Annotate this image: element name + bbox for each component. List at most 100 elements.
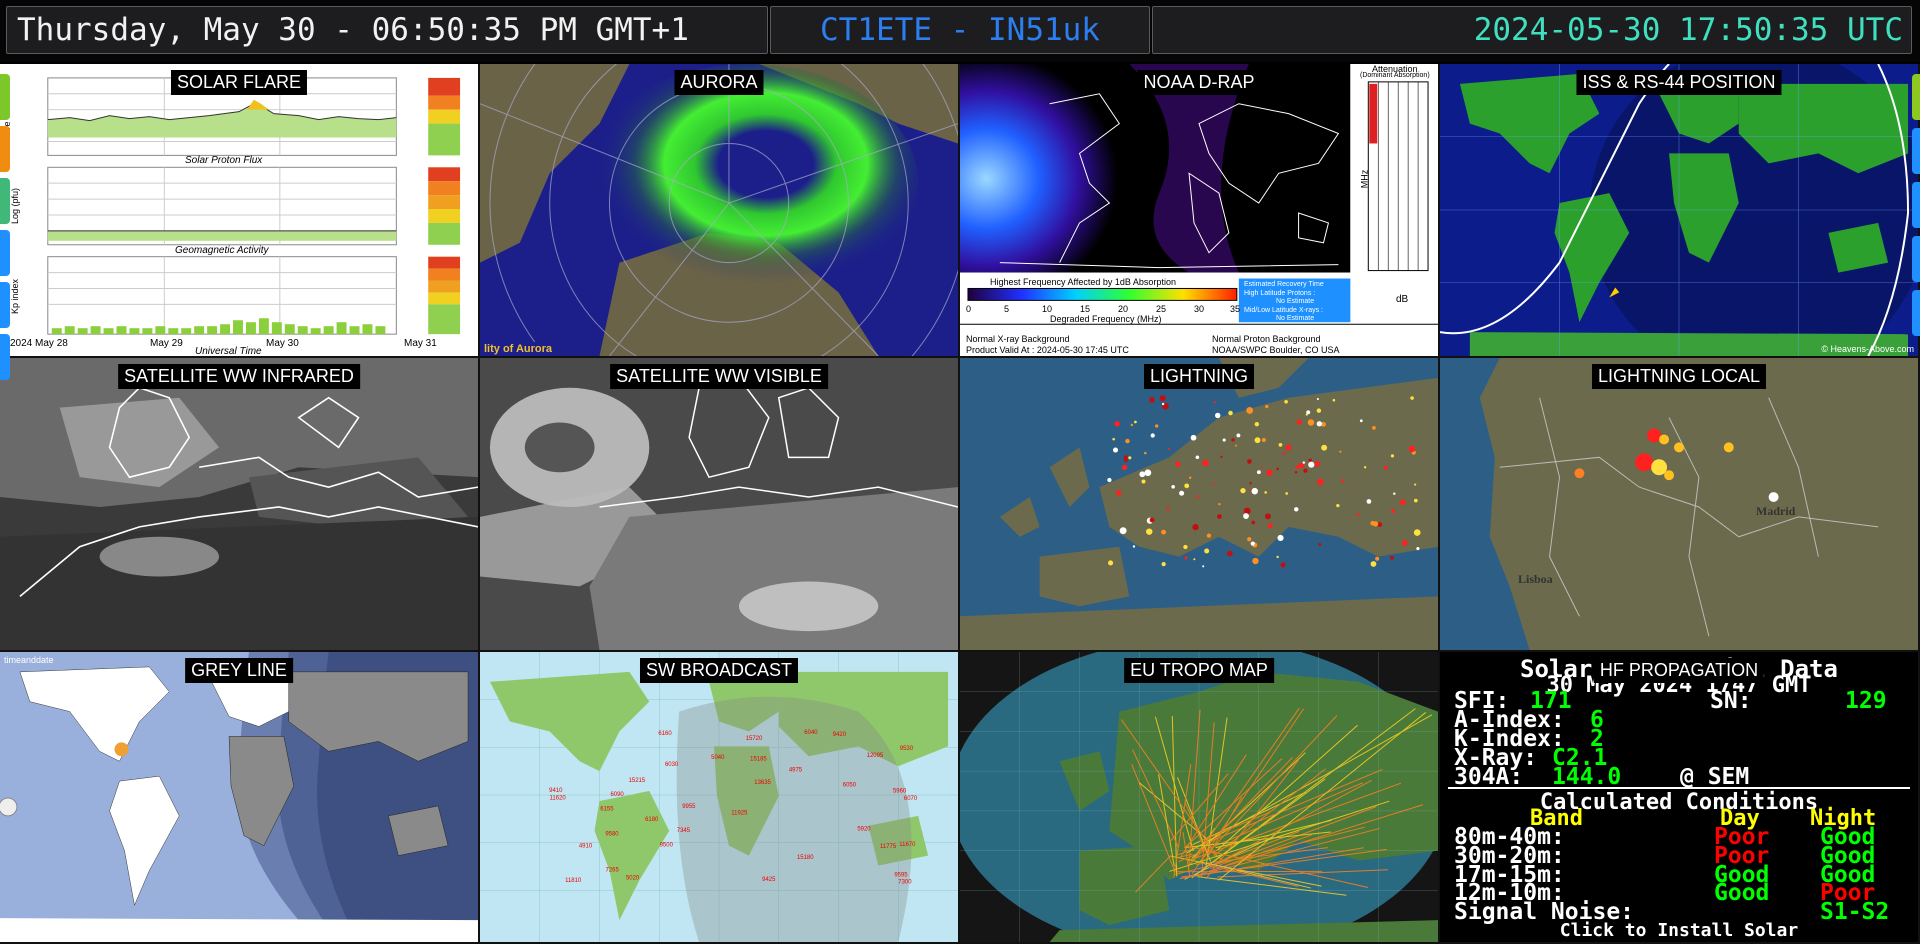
kp-bar [90,326,101,335]
lightning-strike [1254,421,1260,427]
right-tab-1[interactable] [1912,74,1920,120]
sw-frequency-label: 11775 [880,844,897,850]
right-tab-4[interactable] [1912,236,1920,282]
lightning-strike [1167,447,1170,451]
lightning-strike [1214,412,1221,419]
drap-legend-1: Estimated Recovery Time [1244,281,1324,288]
lightning-strike [1175,461,1181,467]
side-tab-6[interactable] [0,334,10,380]
lightning-strike [1220,455,1223,459]
right-tab-3[interactable] [1912,182,1920,228]
lightning-strike [1256,470,1261,475]
lightning-strike [1280,562,1286,568]
infrared-image [0,358,478,650]
sw-frequency-label: 4975 [789,768,803,774]
tile-lightning[interactable]: LIGHTNING [960,358,1440,652]
tile-hf-propagation[interactable]: Solar-Terrestrial Data 30 May 2024 1747 … [1440,652,1920,944]
right-tab-5[interactable] [1912,290,1920,336]
lightning-strike [1139,471,1146,478]
date-label-2: May 29 [150,338,183,349]
tile-solar-flare[interactable]: SOLAR FLARE Flare Class Solar Proton Flu… [0,64,480,358]
tile-eu-tropo[interactable]: EU TROPO MAP [960,652,1440,944]
tile-satellite-visible[interactable]: SATELLITE WW VISIBLE [480,358,960,652]
sw-frequency-label: 13635 [754,780,771,786]
sw-frequency-label: 6090 [610,792,624,798]
kp-bar [155,326,166,335]
sw-frequency-label: 11620 [550,795,567,801]
right-tab-2[interactable] [1912,128,1920,174]
drap-scale-tick: 20 [1118,304,1129,314]
tile-aurora[interactable]: AURORA lity of Aurora [480,64,960,358]
lightning-strike [1250,541,1255,546]
side-tab-5[interactable] [0,282,10,328]
side-tab-1[interactable] [0,74,10,120]
sw-frequency-label: 5960 [893,788,907,794]
lightning-strike [1307,419,1315,426]
lightning-strike [1416,547,1420,551]
lightning-strike [1285,492,1288,495]
lightning-strike [1149,517,1155,523]
lightning-strike [1247,459,1252,464]
lightning-strike [1161,562,1166,567]
lightning-strike [1314,460,1321,467]
sw-frequency-label: 9500 [660,843,674,849]
side-tab-4[interactable] [0,230,10,276]
side-tab-3[interactable] [0,178,10,224]
lightning-strike [1294,470,1298,474]
right-side-tabs [1910,74,1920,344]
lightning-strike [1121,464,1128,471]
tile-sw-broadcast[interactable]: 6030 5960 4975 6070 9955 11670 7345 6040 11775 12… [480,652,960,944]
lightning-strike [1155,424,1159,428]
sw-frequency-label: 5920 [857,827,871,833]
lightning-strike [1112,437,1115,441]
f304-label: 304A: [1454,763,1524,790]
side-tab-2[interactable] [0,126,10,172]
sw-frequency-label: 9955 [682,804,696,810]
tile-lightning-local[interactable]: LIGHTNING LOCAL Madrid Lisboa [1440,358,1920,652]
drap-scale-title: Highest Frequency Affected by 1dB Absorp… [990,277,1176,287]
lightning-strike [1217,514,1222,519]
lightning-strike [1134,420,1137,424]
lightning-strike [1316,408,1322,413]
tile-grey-line[interactable]: GREY LINE timeanddate [0,652,480,944]
f304-value: 144.0 [1552,763,1622,790]
lightning-strike [1240,487,1246,494]
tile-satellite-infrared[interactable]: SATELLITE WW INFRARED [0,358,480,652]
sw-frequency-label: 9580 [605,832,619,838]
tropo-map [960,652,1438,942]
kp-bar [233,320,243,335]
kp-bar [310,328,321,335]
tile-iss-position[interactable]: ISS & RS-44 POSITION © Heavens-Above.com [1440,64,1920,358]
kp-axis-label: Kp index [10,278,20,314]
lightning-strike [1141,479,1146,484]
drap-legend-3: No Estimate [1276,298,1315,305]
lightning-strike [1206,533,1212,538]
lightning-map [960,358,1438,650]
lightning-strike [1195,455,1200,460]
kp-bar [116,326,127,335]
tile-title: AURORA [674,70,764,95]
drap-scale-tick: 0 [966,304,972,314]
lightning-strike [1161,529,1166,535]
ut-label: Universal Time [195,346,262,357]
timeanddate-brand: timeanddate [4,655,54,665]
band-row-day: Good [1714,880,1770,907]
city-madrid: Madrid [1756,504,1796,518]
install-line-1[interactable]: Click to Install Solar [1440,920,1918,941]
kp-bar [64,326,75,335]
tile-noaa-drap[interactable]: NOAA D-RAP Attenuation (Dominant Absorpt… [960,64,1440,358]
callsign-locator[interactable]: CT1ETE - IN51uk [770,6,1150,54]
drap-legend-4: Mid/Low Latitude X-rays : [1244,307,1323,314]
sw-frequency-label: 5020 [626,876,640,882]
lightning-strike [1408,445,1416,453]
tile-title: LIGHTNING LOCAL [1591,364,1767,389]
lightning-strike [1370,561,1377,567]
tile-title: SW BROADCAST [639,658,799,683]
lightning-strike [1285,444,1292,451]
lightning-strike [1123,455,1128,459]
lightning-strike [1228,410,1233,416]
lightning-strike [1264,491,1267,494]
iss-map [1440,64,1918,356]
lightning-strike [1278,442,1283,447]
lightning-strike [1108,560,1114,566]
